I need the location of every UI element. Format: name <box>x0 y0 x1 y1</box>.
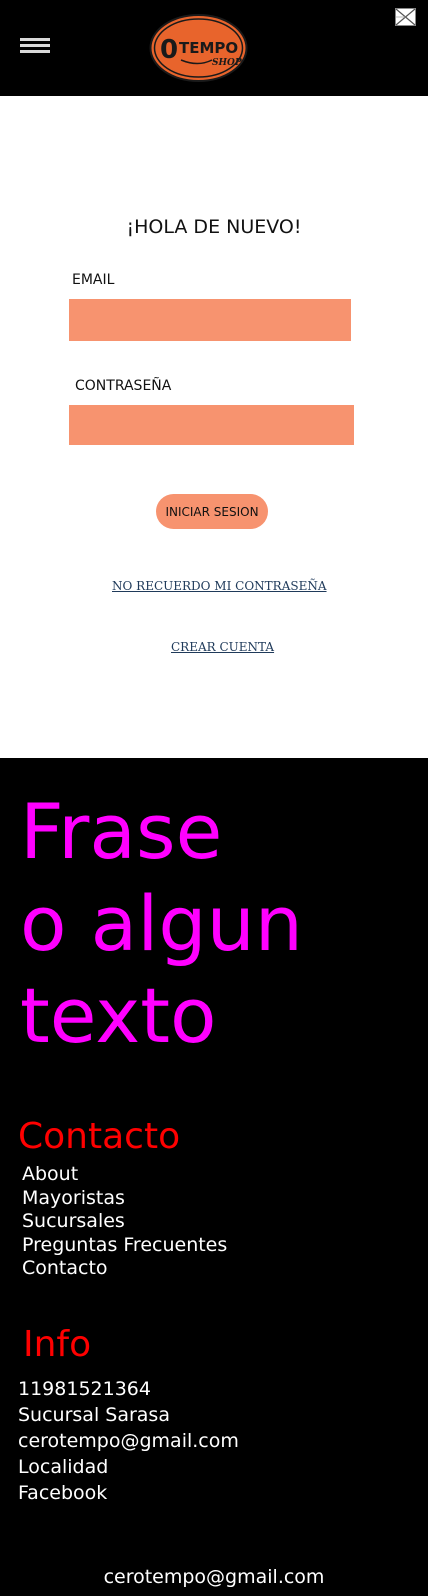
info-heading: Info <box>23 1324 92 1365</box>
contact-heading: Contacto <box>18 1116 181 1157</box>
phrase-line: Frase <box>20 787 223 876</box>
footer-link-contacto[interactable]: Contacto <box>22 1257 227 1281</box>
footer-link-sucursales[interactable]: Sucursales <box>22 1210 227 1234</box>
create-account-link[interactable]: CREAR CUENTA <box>171 640 274 654</box>
phrase-line: texto <box>20 971 217 1060</box>
email-field[interactable] <box>69 299 351 341</box>
info-branch: Sucursal Sarasa <box>18 1404 170 1426</box>
logo-main-text: TEMPO <box>179 39 238 57</box>
forgot-password-link[interactable]: NO RECUERDO MI CONTRASEÑA <box>112 579 327 593</box>
info-email[interactable]: cerotempo@gmail.com <box>18 1428 239 1454</box>
login-title: ¡HOLA DE NUEVO! <box>126 216 302 238</box>
info-list: 11981521364 Sucursal Sarasa cerotempo@gm… <box>18 1376 239 1506</box>
logo-sub-text: SHOP <box>212 58 242 68</box>
site-header: 0 TEMPO SHOP <box>0 0 428 96</box>
contact-links: About Mayoristas Sucursales Preguntas Fr… <box>22 1163 227 1281</box>
password-field[interactable] <box>69 405 354 445</box>
broken-image-close-icon[interactable] <box>395 8 416 26</box>
footer-phrase: Frase o algun texto <box>20 786 410 1062</box>
email-label: EMAIL <box>72 272 115 288</box>
footer-link-faq[interactable]: Preguntas Frecuentes <box>22 1234 227 1258</box>
site-footer: Frase o algun texto Contacto About Mayor… <box>0 758 428 1596</box>
footer-bottom-email[interactable]: cerotempo@gmail.com <box>0 1566 428 1588</box>
info-facebook[interactable]: Facebook <box>18 1480 239 1506</box>
footer-link-mayoristas[interactable]: Mayoristas <box>22 1187 227 1211</box>
tempo-shop-logo[interactable]: 0 TEMPO SHOP <box>148 12 249 84</box>
logo-zero: 0 <box>160 35 178 65</box>
login-section: ¡HOLA DE NUEVO! EMAIL CONTRASEÑA INICIAR… <box>0 96 428 758</box>
info-locality: Localidad <box>18 1456 109 1478</box>
login-button[interactable]: INICIAR SESION <box>156 494 268 529</box>
info-phone: 11981521364 <box>18 1378 151 1400</box>
password-label: CONTRASEÑA <box>75 378 172 394</box>
phrase-line: o algun <box>20 879 303 968</box>
footer-link-about[interactable]: About <box>22 1163 227 1187</box>
hamburger-menu-icon[interactable] <box>20 38 50 54</box>
